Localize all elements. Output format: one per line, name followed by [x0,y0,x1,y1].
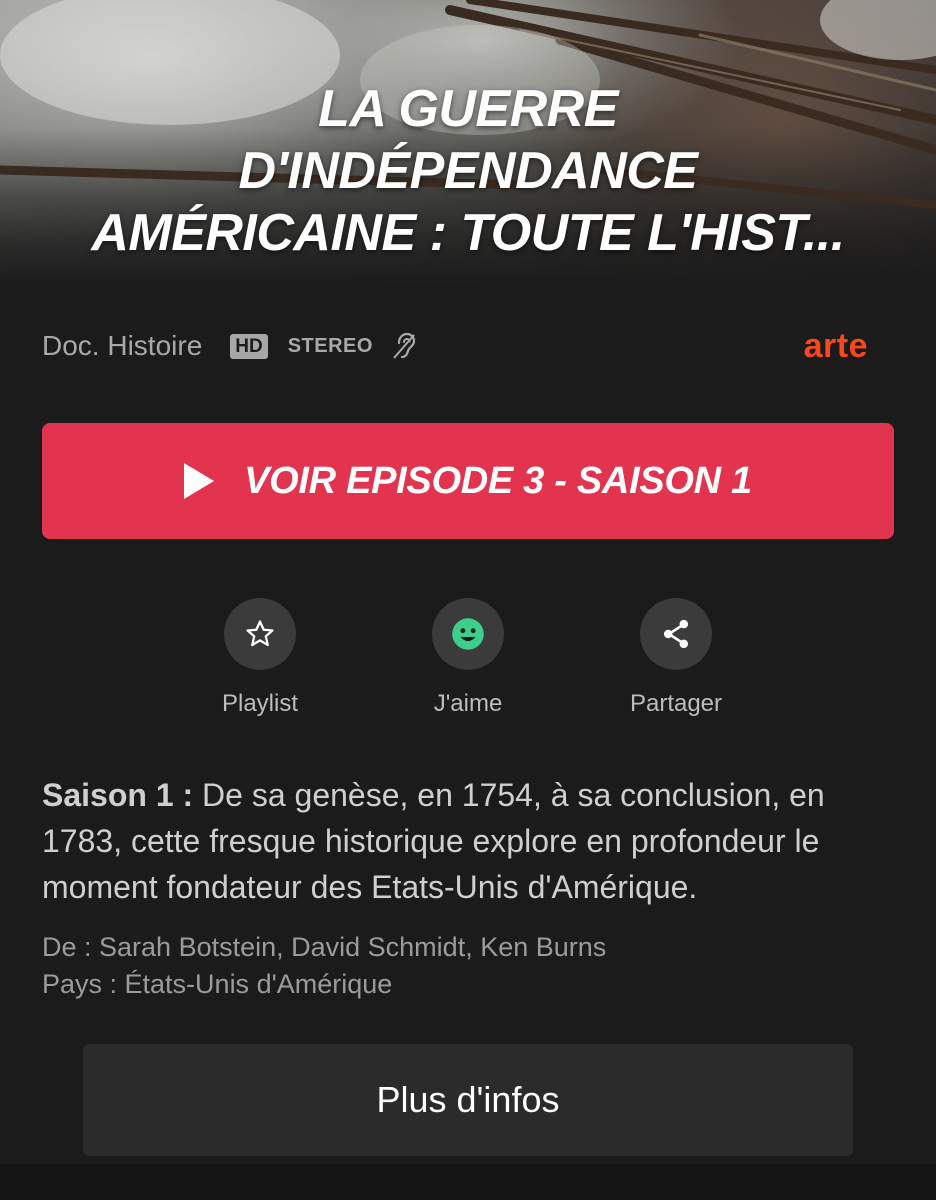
share-circle[interactable] [640,598,712,670]
smiley-icon [452,618,484,650]
season-description: Saison 1 : De sa genèse, en 1754, à sa c… [42,772,902,910]
like-circle[interactable] [432,598,504,670]
playlist-circle[interactable] [224,598,296,670]
more-info-button[interactable]: Plus d'infos [83,1044,853,1156]
like-button[interactable]: J'aime [398,598,538,718]
credits-authors: De : Sarah Botstein, David Schmidt, Ken … [42,932,607,962]
share-icon [663,619,689,649]
genre-label: Doc. Histoire [42,330,203,361]
like-label: J'aime [433,690,503,717]
meta-row: Doc. Histoire HD STEREO arte [42,325,894,367]
hearing-impaired-icon [391,331,417,361]
stereo-badge: STEREO [287,334,373,357]
play-episode-button[interactable]: VOIR EPISODE 3 - SAISON 1 [42,423,894,539]
play-button-label: VOIR EPISODE 3 - SAISON 1 [244,459,752,502]
share-button[interactable]: Partager [606,598,746,718]
playlist-label: Playlist [221,690,299,717]
page-title: LA GUERRE D'INDÉPENDANCE AMÉRICAINE : TO… [91,80,845,262]
more-info-label: Plus d'infos [376,1079,560,1120]
arte-logo: arte [803,326,868,365]
star-icon [246,620,274,647]
season-label: Saison 1 : [42,777,194,813]
hero-banner: LA GUERRE D'INDÉPENDANCE AMÉRICAINE : TO… [0,0,936,285]
play-icon [184,463,215,499]
bottom-bar [0,1164,936,1200]
hd-badge: HD [230,333,268,359]
credits-country: Pays : États-Unis d'Amérique [42,969,393,999]
playlist-button[interactable]: Playlist [190,598,330,718]
share-label: Partager [629,690,723,717]
